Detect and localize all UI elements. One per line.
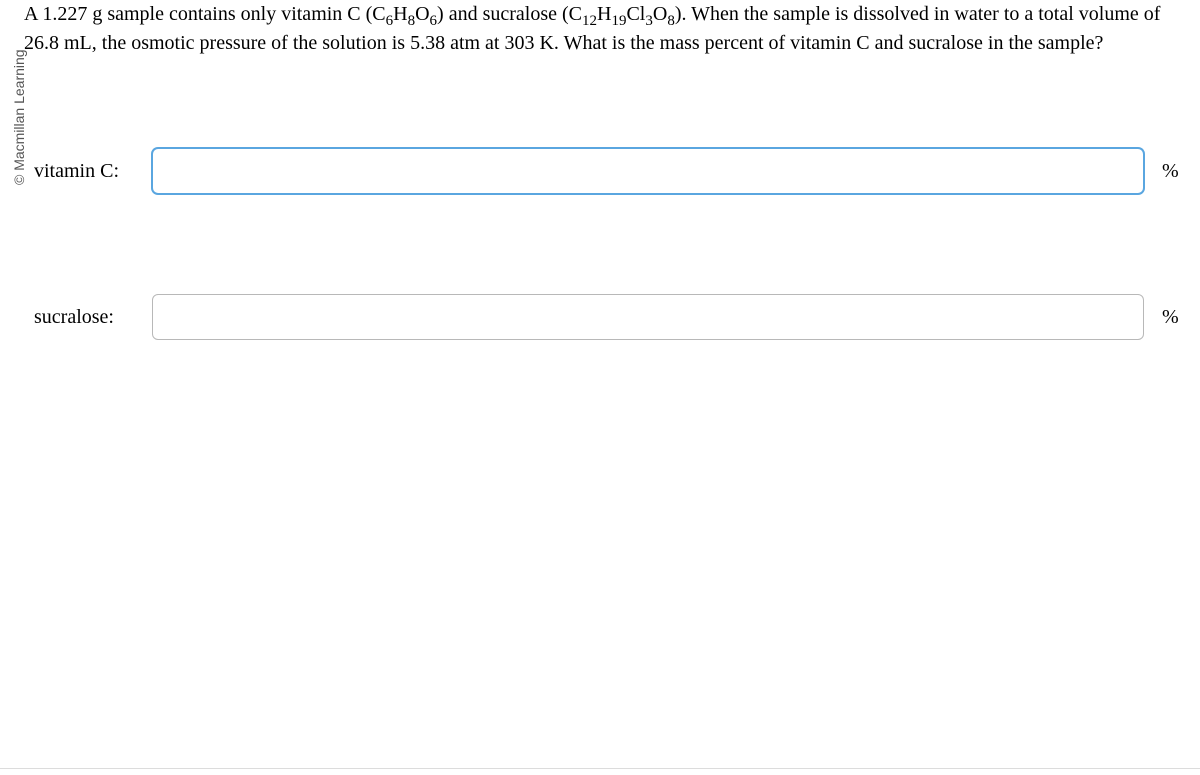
answers-block: vitamin C: % sucralose: % [24,148,1196,340]
q-sub: 3 [645,13,653,29]
sucralose-input[interactable] [152,294,1144,340]
q-seg: O [415,3,429,25]
vitamin-c-input[interactable] [152,148,1144,194]
content-area: A 1.227 g sample contains only vitamin C… [24,0,1196,440]
q-sub: 19 [611,13,626,29]
page: © Macmillan Learning A 1.227 g sample co… [0,0,1200,775]
sucralose-label: sucralose: [34,306,152,329]
q-sub: 8 [408,13,416,29]
answer-row-vitamin-c: vitamin C: % [34,148,1186,194]
footer-divider [0,768,1200,769]
q-seg: A 1.227 g sample contains only vitamin C… [24,3,386,25]
q-seg: H [393,3,407,25]
q-sub: 8 [667,13,675,29]
question-text: A 1.227 g sample contains only vitamin C… [24,0,1196,58]
vitamin-c-label: vitamin C: [34,160,152,183]
q-sub: 6 [430,13,438,29]
q-seg: O [653,3,667,25]
q-seg: Cl [626,3,645,25]
sucralose-unit: % [1162,306,1186,329]
copyright-sidebar: © Macmillan Learning [0,0,22,190]
q-seg: ) and sucralose (C [437,3,582,25]
q-sub: 12 [582,13,597,29]
q-seg: H [597,3,611,25]
answer-row-sucralose: sucralose: % [34,294,1186,340]
vitamin-c-unit: % [1162,160,1186,183]
